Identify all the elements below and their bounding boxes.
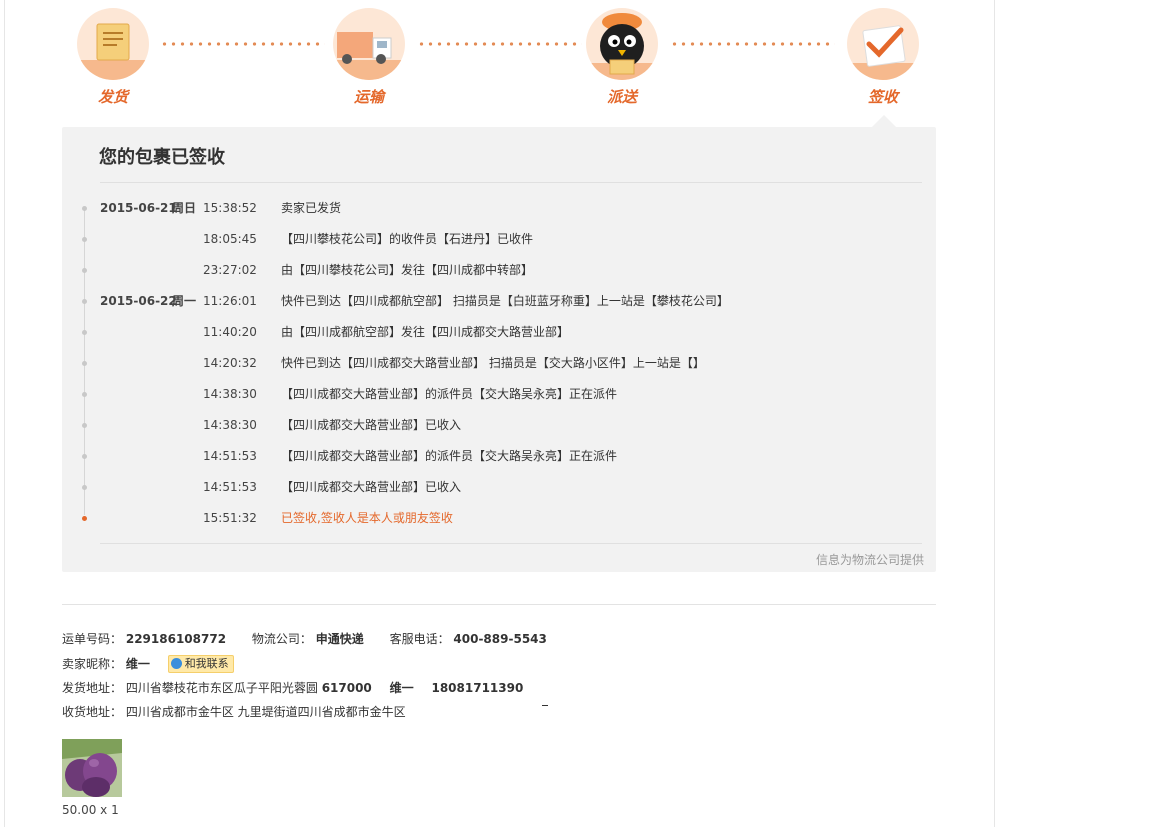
timeline-time: 14:20:32 [203, 356, 257, 370]
timeline-time: 23:27:02 [203, 263, 257, 277]
panel-title: 您的包裹已签收 [99, 147, 225, 168]
timeline-row: 18:05:45 【四川攀枝花公司】的收件员【石进丹】已收件 [82, 224, 924, 255]
shipping-progress: 发货 运输 派送 签收 [0, 0, 994, 120]
receive-label: 收货地址： [62, 705, 123, 719]
progress-dots [670, 42, 835, 46]
product-price: 50.00 x 1 [62, 803, 119, 817]
tracking-timeline: 2015-06-21 周日 15:38:52 卖家已发货 18:05:45 【四川攀枝花公… [82, 193, 924, 534]
waybill-label: 运单号码： [62, 632, 123, 646]
step-label: 运输 [353, 88, 384, 106]
progress-dots [160, 42, 325, 46]
contact-me-label: 和我联系 [184, 657, 229, 670]
timeline-time: 18:05:45 [203, 232, 257, 246]
page-border-right [994, 0, 995, 827]
timeline-row: 14:38:30 【四川成都交大路营业部】的派件员【交大路吴永亮】正在派件 [82, 379, 924, 410]
timeline-text: 【四川成都交大路营业部】的派件员【交大路吴永亮】正在派件 [281, 387, 618, 401]
timeline-row: 2015-06-21 周日 15:38:52 卖家已发货 [82, 193, 924, 224]
step-shipped: 发货 [63, 8, 163, 107]
ship-name: 维一 [389, 681, 414, 695]
timeline-row: 11:40:20 由【四川成都航空部】发往【四川成都交大路营业部】 [82, 317, 924, 348]
timeline-dot [82, 361, 87, 366]
page-border-left [4, 0, 5, 827]
timeline-time: 14:38:30 [203, 387, 257, 401]
timeline-text: 【四川成都交大路营业部】已收入 [281, 480, 462, 494]
step-transport: 运输 [319, 8, 419, 107]
courier-icon [586, 8, 658, 80]
timeline-text: 【四川攀枝花公司】的收件员【石进丹】已收件 [281, 232, 534, 246]
seller-nick: 维一 [125, 657, 150, 671]
waybill-row: 运单号码： 229186108772 物流公司： 申通快递 客服电话： 400-… [62, 630, 547, 647]
timeline-time: 15:38:52 [203, 201, 257, 215]
tracking-panel: 您的包裹已签收 2015-06-21 周日 15:38:52 卖家已发货 18:05:4… [62, 127, 936, 572]
progress-dots [417, 42, 582, 46]
timeline-weekday: 周日 [172, 201, 197, 215]
timeline-text: 【四川成都交大路营业部】已收入 [281, 418, 462, 432]
step-signed: 签收 [833, 8, 933, 107]
timeline-text: 已签收,签收人是本人或朋友签收 [281, 511, 453, 525]
timeline-row: 14:20:32 快件已到达【四川成都交大路营业部】 扫描员是【交大路小区件】上一… [82, 348, 924, 379]
chat-icon [170, 658, 182, 669]
phone-label: 客服电话： [389, 632, 450, 646]
panel-pointer [872, 115, 896, 127]
timeline-dot [82, 330, 87, 335]
timeline-weekday: 周一 [172, 294, 197, 308]
timeline-row: 14:51:53 【四川成都交大路营业部】的派件员【交大路吴永亮】正在派件 [82, 441, 924, 472]
receive-address-row: 收货地址： 四川省成都市金牛区 九里堤街道四川省成都市金牛区 [62, 703, 406, 720]
ship-zip: 617000 [321, 681, 372, 695]
redaction-mark [542, 705, 548, 706]
timeline-time: 14:51:53 [203, 449, 257, 463]
timeline-date: 2015-06-21 [100, 201, 177, 215]
seller-label: 卖家昵称： [62, 657, 123, 671]
timeline-time: 11:26:01 [203, 294, 257, 308]
timeline-text: 由【四川攀枝花公司】发往【四川成都中转部】 [281, 263, 534, 277]
section-divider [62, 604, 936, 605]
timeline-date: 2015-06-22 [100, 294, 177, 308]
timeline-dot [82, 237, 87, 242]
timeline-dot [82, 299, 87, 304]
company-name: 申通快递 [315, 632, 364, 646]
provider-note: 信息为物流公司提供 [815, 553, 924, 567]
document-icon [77, 8, 149, 80]
timeline-time: 14:38:30 [203, 418, 257, 432]
timeline-text: 快件已到达【四川成都航空部】 扫描员是【白班蓝牙称重】上一站是【攀枝花公司】 [281, 294, 729, 308]
timeline-row: 15:51:32 已签收,签收人是本人或朋友签收 [82, 503, 924, 534]
receive-address: 四川省成都市金牛区 九里堤街道四川省成都市金牛区 [125, 705, 406, 719]
timeline-row: 23:27:02 由【四川攀枝花公司】发往【四川成都中转部】 [82, 255, 924, 286]
timeline-time: 11:40:20 [203, 325, 257, 339]
truck-icon [333, 8, 405, 80]
step-label: 签收 [867, 88, 898, 106]
timeline-dot [82, 485, 87, 490]
step-delivery: 派送 [572, 8, 672, 107]
plum-fruit-image[interactable] [62, 739, 122, 797]
timeline-time: 14:51:53 [203, 480, 257, 494]
ship-address-row: 发货地址： 四川省攀枝花市东区瓜子平阳光蓉圆 617000 维一 1808171… [62, 679, 523, 696]
timeline-dot [82, 206, 87, 211]
divider [100, 543, 922, 544]
ship-address: 四川省攀枝花市东区瓜子平阳光蓉圆 [125, 681, 318, 695]
timeline-text: 卖家已发货 [281, 201, 342, 215]
timeline-dot [82, 423, 87, 428]
step-label: 派送 [606, 88, 637, 106]
ship-label: 发货地址： [62, 681, 123, 695]
timeline-row: 14:38:30 【四川成都交大路营业部】已收入 [82, 410, 924, 441]
check-icon [847, 8, 919, 80]
service-phone: 400-889-5543 [453, 632, 547, 646]
timeline-row: 2015-06-22 周一 11:26:01 快件已到达【四川成都航空部】 扫描员是【… [82, 286, 924, 317]
timeline-row: 14:51:53 【四川成都交大路营业部】已收入 [82, 472, 924, 503]
timeline-text: 【四川成都交大路营业部】的派件员【交大路吴永亮】正在派件 [281, 449, 618, 463]
waybill-number: 229186108772 [125, 632, 227, 646]
divider [100, 182, 922, 183]
timeline-dot [82, 516, 87, 521]
step-label: 发货 [97, 88, 128, 106]
timeline-dot [82, 392, 87, 397]
timeline-text: 快件已到达【四川成都交大路营业部】 扫描员是【交大路小区件】上一站是【】 [281, 356, 705, 370]
timeline-text: 由【四川成都航空部】发往【四川成都交大路营业部】 [281, 325, 570, 339]
ship-phone: 18081711390 [431, 681, 524, 695]
contact-me-button[interactable]: 和我联系 [167, 655, 234, 673]
company-label: 物流公司： [251, 632, 312, 646]
timeline-dot [82, 454, 87, 459]
seller-row: 卖家昵称： 维一 和我联系 [62, 655, 234, 674]
timeline-time: 15:51:32 [203, 511, 257, 525]
timeline-dot [82, 268, 87, 273]
